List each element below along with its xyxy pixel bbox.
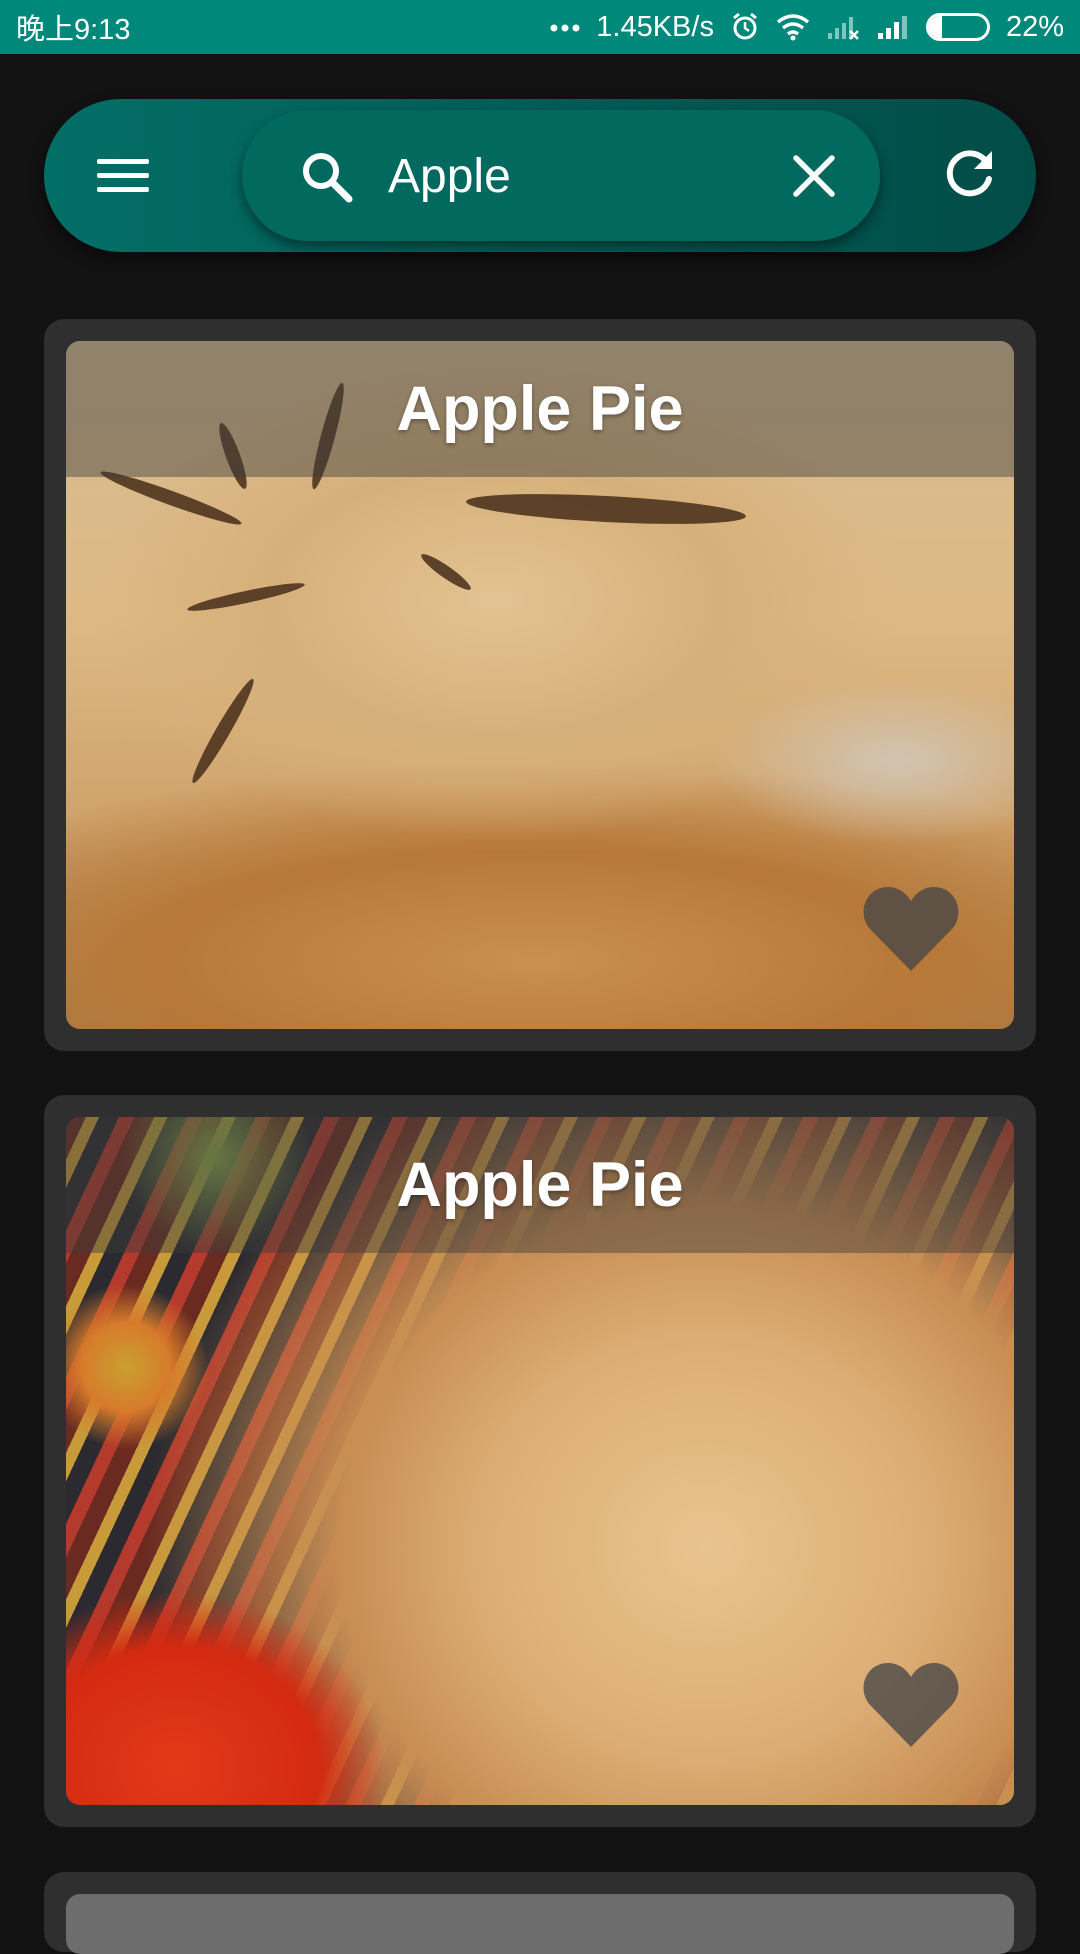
status-icons: 1.45KB/s 22% [550,11,1064,44]
recipe-card-content [66,1894,1014,1954]
heart-icon[interactable] [862,883,960,973]
recipe-title-band: Apple Pie [66,1117,1014,1253]
battery-percent: 22% [1005,10,1064,43]
recipe-card-content: Apple Pie [66,1117,1014,1805]
battery-icon [925,13,990,41]
signal-icon [877,16,907,39]
heart-icon[interactable] [862,1659,960,1749]
search-box[interactable] [242,110,880,241]
battery-level [928,16,942,38]
alarm-icon [733,12,757,40]
recipe-card[interactable]: Apple Pie [44,1095,1036,1827]
status-time: 晚上9:13 [16,14,131,46]
network-speed: 1.45KB/s [596,10,714,43]
recipe-title: Apple Pie [396,1150,684,1220]
close-icon[interactable] [792,154,836,198]
recipe-title-band: Apple Pie [66,341,1014,477]
refresh-icon[interactable] [942,145,998,201]
status-bar: 晚上9:13 1.45KB/s 22% [0,0,1080,54]
recipe-card[interactable] [44,1872,1036,1954]
recipe-title: Apple Pie [396,374,684,444]
search-icon [303,153,353,203]
search-toolbar [44,99,1036,252]
menu-button[interactable] [84,149,150,203]
recipe-card-content: Apple Pie [66,341,1014,1029]
more-dots-icon [550,24,580,32]
hamburger-menu-icon [97,159,149,192]
search-input[interactable] [388,138,728,214]
wifi-icon [776,14,810,41]
recipe-card[interactable]: Apple Pie [44,319,1036,1051]
signal-icon [827,17,859,40]
